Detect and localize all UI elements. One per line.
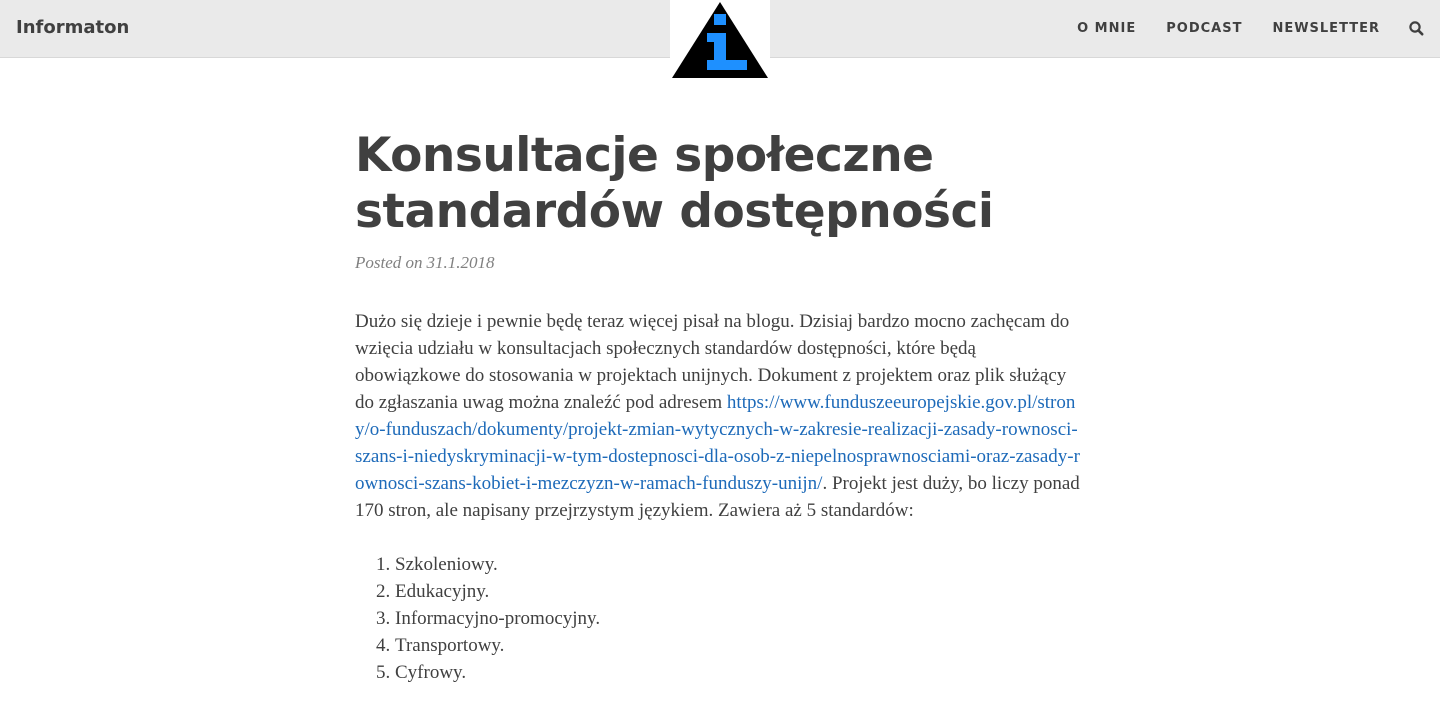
standards-list: Szkoleniowy. Edukacyjny. Informacyjno-pr… <box>355 551 1085 686</box>
posted-on-label: Posted on <box>355 253 423 272</box>
site-logo[interactable] <box>670 0 770 80</box>
list-item: Edukacyjny. <box>395 578 1085 605</box>
list-item: Transportowy. <box>395 632 1085 659</box>
nav-link-newsletter[interactable]: NEWSLETTER <box>1272 21 1380 37</box>
article-title: Konsultacje społeczne standardów dostępn… <box>355 128 994 239</box>
search-icon <box>1409 21 1424 36</box>
post-date[interactable]: 31.1.2018 <box>427 253 495 272</box>
site-brand-link[interactable]: Informaton <box>16 17 129 39</box>
info-triangle-logo-icon <box>672 2 768 78</box>
article: Konsultacje społeczne standardów dostępn… <box>355 128 1085 686</box>
list-item: Szkoleniowy. <box>395 551 1085 578</box>
nav-link-podcast[interactable]: PODCAST <box>1166 21 1242 37</box>
search-button[interactable] <box>1408 20 1426 38</box>
article-content: Dużo się dzieje i pewnie będę teraz więc… <box>355 308 1085 686</box>
list-item: Informacyjno-promocyjny. <box>395 605 1085 632</box>
intro-paragraph: Dużo się dzieje i pewnie będę teraz więc… <box>355 308 1085 524</box>
nav-link-o-mnie[interactable]: O MNIE <box>1077 21 1136 37</box>
top-navbar: Informaton O MNIE PODCAST NEWSLETTER <box>0 0 1440 80</box>
post-meta: Posted on 31.1.2018 <box>355 252 1085 274</box>
list-item: Cyfrowy. <box>395 659 1085 686</box>
main-nav: O MNIE PODCAST NEWSLETTER <box>1077 21 1380 37</box>
